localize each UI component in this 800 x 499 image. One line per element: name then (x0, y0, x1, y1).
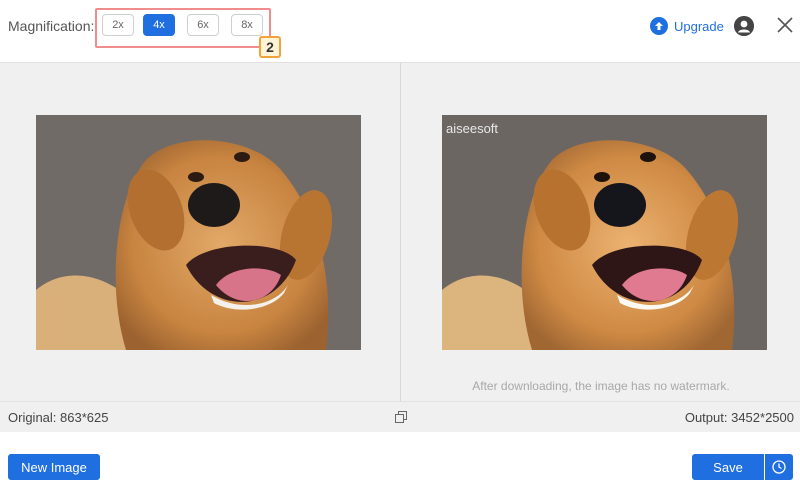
magnification-label: Magnification: (8, 18, 95, 34)
upload-arrow-icon (650, 17, 668, 35)
copy-icon[interactable] (395, 410, 407, 423)
clock-icon[interactable] (765, 454, 793, 480)
output-size-label: Output: 3452*2500 (684, 410, 794, 425)
watermark-notice: After downloading, the image has no wate… (472, 379, 730, 393)
upgrade-button[interactable]: Upgrade (650, 16, 724, 36)
preview-area: aiseesoft After downloading, the image h… (0, 62, 800, 403)
magnification-6x-button[interactable]: 6x (187, 14, 219, 36)
top-bar: Magnification: 2x 4x 6x 8x 2 Upgrade (0, 0, 800, 62)
magnification-8x-button[interactable]: 8x (231, 14, 263, 36)
original-size-label: Original: 863*625 (8, 410, 109, 425)
new-image-button[interactable]: New Image (8, 454, 100, 480)
info-bar: Original: 863*625 Output: 3452*2500 (0, 402, 800, 432)
user-icon[interactable] (734, 16, 754, 36)
magnification-2x-button[interactable]: 2x (102, 14, 134, 36)
bottom-bar: New Image Save (0, 432, 800, 499)
upscaled-image (442, 115, 767, 350)
upgrade-label: Upgrade (674, 18, 724, 34)
magnification-4x-button[interactable]: 4x (143, 14, 175, 36)
step-number-badge: 2 (259, 36, 281, 58)
save-button[interactable]: Save (692, 454, 764, 480)
original-image (36, 115, 361, 350)
watermark-logo: aiseesoft (446, 121, 499, 136)
close-icon[interactable] (776, 16, 794, 34)
preview-divider[interactable] (400, 63, 401, 403)
